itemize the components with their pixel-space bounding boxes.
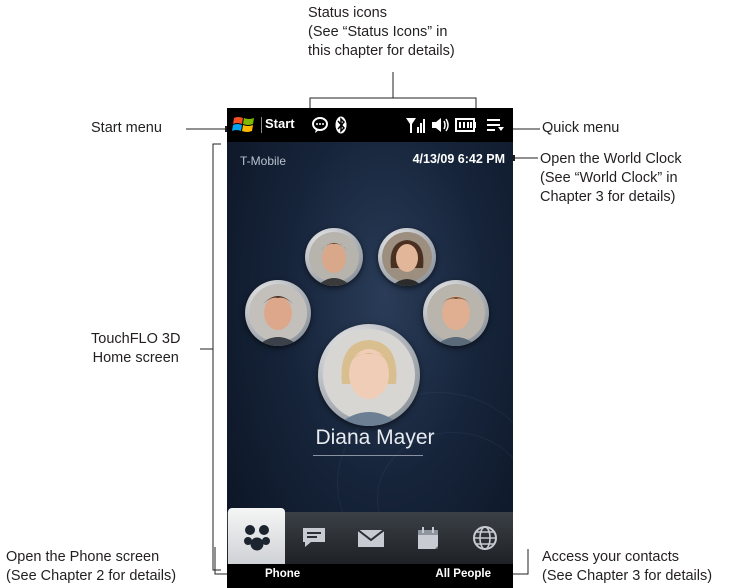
internet-icon <box>472 526 497 550</box>
phone-screen: Start T-Mobile 4/13/09 6:42 PM Diana May… <box>227 108 513 588</box>
signal-icon[interactable] <box>405 116 427 134</box>
messaging-icon <box>302 528 325 547</box>
speaker-icon[interactable] <box>431 116 451 134</box>
selected-contact-photo[interactable] <box>318 324 420 426</box>
name-underline <box>313 455 423 456</box>
quick-menu-icon[interactable] <box>487 118 505 134</box>
battery-icon[interactable] <box>455 118 477 132</box>
tab-email[interactable] <box>342 512 399 564</box>
tab-calendar[interactable] <box>399 512 456 564</box>
start-label[interactable]: Start <box>265 116 295 131</box>
carrier-name: T-Mobile <box>240 154 287 168</box>
email-icon <box>356 529 385 547</box>
status-icons-bracket <box>309 97 477 108</box>
world-clock-datetime[interactable]: 4/13/09 6:42 PM <box>413 152 505 166</box>
favorite-contact-photo[interactable] <box>378 228 436 286</box>
calendar-icon <box>417 527 438 549</box>
soft-key-bar: Phone All People <box>227 564 513 588</box>
favorite-contact-photo[interactable] <box>245 280 311 346</box>
favorite-contact-photo[interactable] <box>305 228 363 286</box>
tab-messaging[interactable] <box>285 512 342 564</box>
people-icon <box>243 525 270 551</box>
bluetooth-icon[interactable] <box>335 116 347 134</box>
home-screen-bracket <box>212 143 221 571</box>
message-bubble-icon[interactable] <box>311 116 329 134</box>
contact-name: Diana Mayer <box>315 426 435 449</box>
home-tab-bar <box>227 508 513 564</box>
tab-people[interactable] <box>228 508 285 564</box>
favorite-contact-photo[interactable] <box>423 280 489 346</box>
phone-soft-key[interactable]: Phone <box>265 568 300 580</box>
start-separator <box>261 117 262 133</box>
windows-logo-icon[interactable] <box>232 114 256 136</box>
all-people-soft-key[interactable]: All People <box>435 568 491 580</box>
tab-internet[interactable] <box>456 512 513 564</box>
status-bar: Start <box>227 108 513 142</box>
